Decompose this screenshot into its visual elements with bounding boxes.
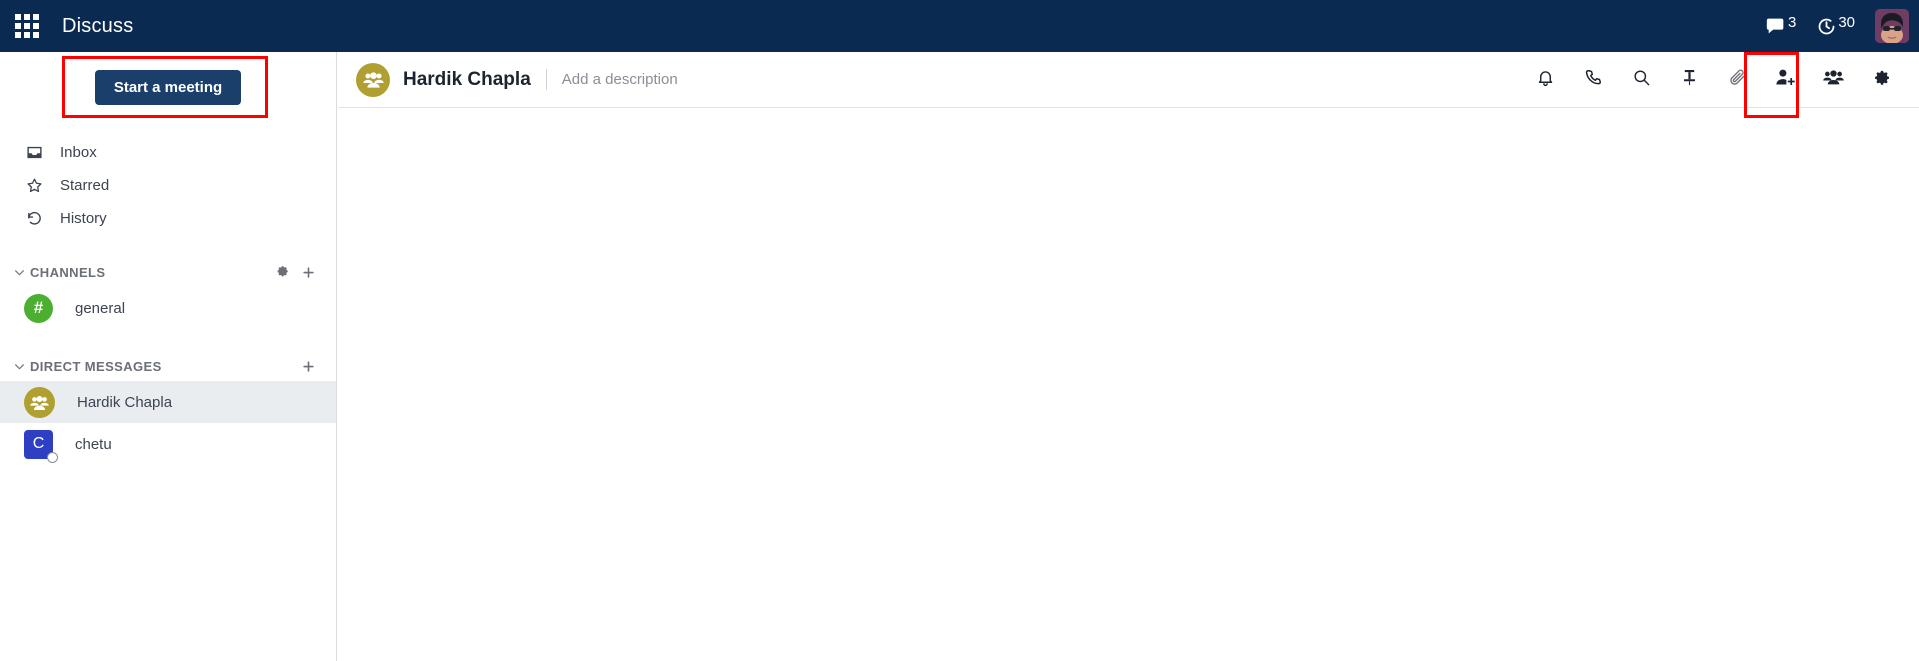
add-person-icon [1775, 67, 1796, 93]
channels-section-actions [276, 265, 316, 280]
plus-icon[interactable] [301, 359, 316, 374]
thread-settings-button[interactable] [1863, 62, 1899, 98]
status-badge-offline [47, 451, 58, 463]
chevron-down-icon [8, 266, 30, 279]
messages-count-badge: 3 [1787, 13, 1797, 31]
gear-icon [1872, 68, 1891, 92]
channels-section-header[interactable]: CHANNELS [0, 257, 336, 287]
sidebar-item-label: Inbox [60, 144, 97, 161]
thread-description-input[interactable]: Add a description [562, 71, 678, 88]
direct-messages-section-actions [301, 359, 316, 374]
pin-icon [1680, 68, 1699, 92]
sidebar-dm-chetu[interactable]: C chetu [0, 423, 336, 465]
main-panel: Hardik Chapla Add a description [338, 52, 1919, 661]
history-icon [26, 210, 48, 227]
sidebar-dm-hardik-chapla[interactable]: Hardik Chapla [0, 381, 336, 423]
start-call-button[interactable] [1575, 62, 1611, 98]
avatar[interactable] [1875, 9, 1909, 43]
search-icon [1632, 68, 1651, 92]
channels-section-label: CHANNELS [30, 264, 106, 280]
group-avatar-icon [24, 386, 55, 418]
dm-name: Hardik Chapla [77, 393, 173, 411]
letter-avatar: C [24, 429, 58, 463]
header-divider [545, 69, 547, 90]
sidebar-item-inbox[interactable]: Inbox [0, 136, 336, 169]
chevron-down-icon [8, 360, 30, 373]
app-title: Discuss [62, 14, 134, 37]
sidebar-channel-general[interactable]: # general [0, 287, 336, 329]
search-messages-button[interactable] [1623, 62, 1659, 98]
channel-name: general [75, 299, 126, 317]
group-avatar-icon [356, 62, 390, 97]
gear-icon[interactable] [276, 265, 290, 279]
sidebar-item-history[interactable]: History [0, 202, 336, 235]
sidebar-nav-list: Inbox Starred History [0, 136, 336, 235]
activities-count-badge: 30 [1838, 13, 1855, 31]
avatar-letter: C [32, 435, 45, 452]
dm-name: chetu [75, 435, 112, 453]
apps-grid-icon[interactable] [14, 13, 40, 39]
bell-icon [1536, 68, 1555, 92]
direct-messages-section-label: DIRECT MESSAGES [30, 358, 162, 374]
phone-icon [1584, 68, 1603, 92]
thread-header: Hardik Chapla Add a description [338, 52, 1919, 118]
group-icon [1822, 67, 1844, 93]
show-members-button[interactable] [1815, 62, 1851, 98]
paperclip-icon [1728, 68, 1747, 92]
navbar-right-actions: 3 30 [1765, 9, 1919, 43]
thread-actions [1521, 62, 1905, 98]
activities-menu-button[interactable]: 30 [1816, 10, 1855, 42]
top-navbar: Discuss 3 30 [0, 0, 1919, 52]
chat-bubble-icon [1765, 15, 1787, 37]
start-meeting-button[interactable]: Start a meeting [94, 69, 242, 105]
hash-avatar-icon: # [24, 293, 53, 323]
notification-settings-button[interactable] [1527, 62, 1563, 98]
inbox-icon [26, 144, 48, 161]
star-icon [26, 177, 48, 194]
attachments-button[interactable] [1719, 62, 1755, 98]
add-users-button[interactable] [1767, 62, 1803, 98]
sidebar: Start a meeting Inbox Starred History CH… [0, 52, 337, 661]
message-list [338, 108, 1919, 660]
page-title[interactable]: Hardik Chapla [403, 69, 531, 91]
direct-messages-section-header[interactable]: DIRECT MESSAGES [0, 351, 336, 381]
sidebar-item-label: History [60, 210, 107, 227]
messages-menu-button[interactable]: 3 [1765, 10, 1796, 42]
pinned-messages-button[interactable] [1671, 62, 1707, 98]
plus-icon[interactable] [301, 265, 316, 280]
sidebar-item-label: Starred [60, 177, 110, 194]
sidebar-item-starred[interactable]: Starred [0, 169, 336, 202]
start-meeting-row: Start a meeting [0, 52, 336, 122]
clock-icon [1816, 16, 1837, 37]
